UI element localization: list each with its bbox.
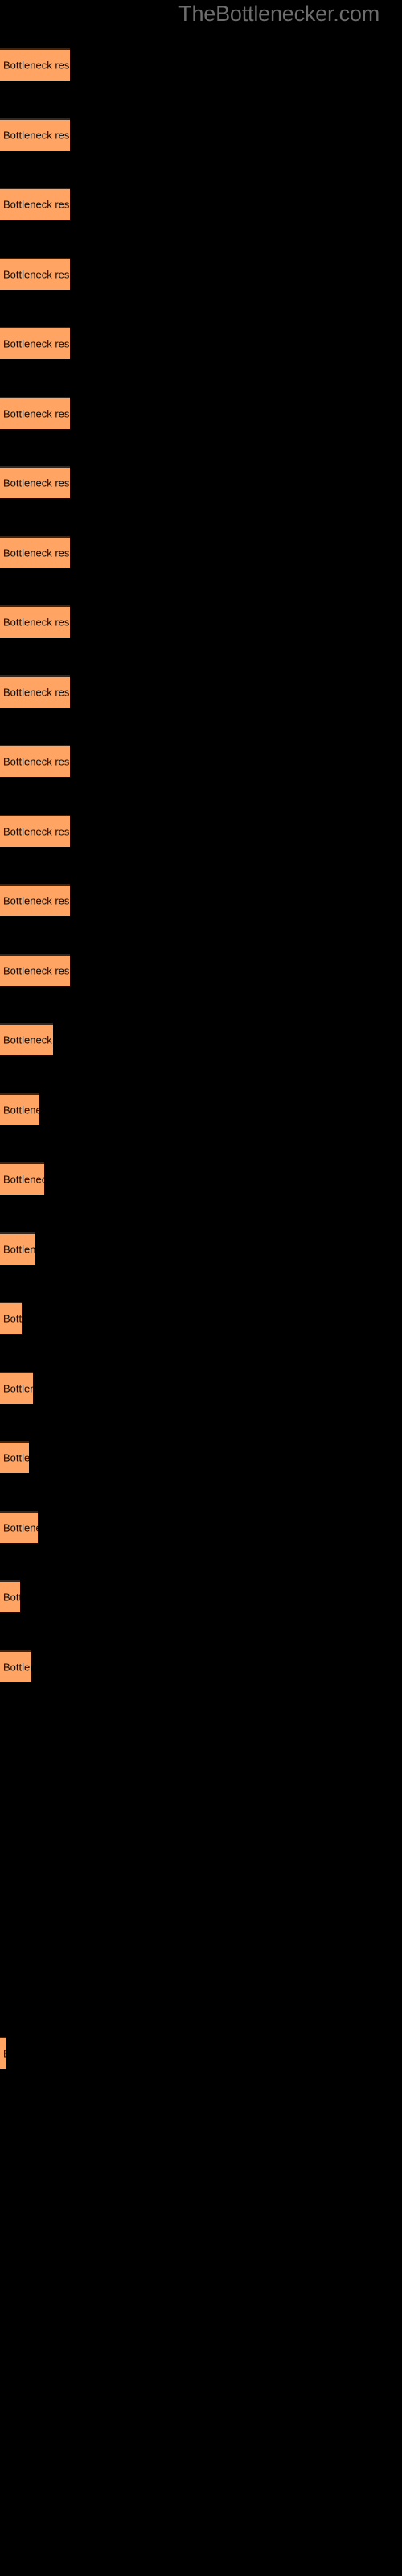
- bar-label: Bottleneck result: [3, 1521, 38, 1534]
- bar-21[interactable]: Bottleneck result: [0, 1441, 29, 1473]
- bar-25[interactable]: Bottleneck result: [0, 2037, 6, 2069]
- bar-label: Bottleneck result: [3, 1591, 20, 1604]
- bar-5[interactable]: Bottleneck result: [0, 327, 70, 359]
- bar-label: Bottleneck result: [3, 1451, 29, 1464]
- bar-label: Bottleneck result: [3, 198, 70, 211]
- bar-15[interactable]: Bottleneck result: [0, 1023, 53, 1055]
- bar-label: Bottleneck result: [3, 2048, 6, 2060]
- bar-label: Bottleneck result: [3, 59, 70, 72]
- bar-20[interactable]: Bottleneck result: [0, 1372, 33, 1404]
- bar-16[interactable]: Bottleneck result: [0, 1093, 39, 1125]
- bar-label: Bottleneck result: [3, 1104, 39, 1117]
- bar-18[interactable]: Bottleneck result: [0, 1232, 35, 1265]
- bar-label: Bottleneck result: [3, 477, 70, 489]
- bar-23[interactable]: Bottleneck result: [0, 1580, 20, 1612]
- bar-22[interactable]: Bottleneck result: [0, 1511, 38, 1543]
- bar-19[interactable]: Bottleneck result: [0, 1302, 22, 1334]
- bar-6[interactable]: Bottleneck result: [0, 397, 70, 429]
- bar-label: Bottleneck result: [3, 755, 70, 768]
- bar-10[interactable]: Bottleneck result: [0, 675, 70, 708]
- bar-label: Bottleneck result: [3, 547, 70, 559]
- bar-label: Bottleneck result: [3, 894, 70, 907]
- bar-3[interactable]: Bottleneck result: [0, 188, 70, 220]
- bar-label: Bottleneck result: [3, 964, 70, 977]
- bar-24[interactable]: Bottleneck result: [0, 1650, 31, 1682]
- bar-label: Bottleneck result: [3, 1173, 44, 1186]
- bar-1[interactable]: Bottleneck result: [0, 48, 70, 80]
- bar-9[interactable]: Bottleneck result: [0, 605, 70, 638]
- bar-14[interactable]: Bottleneck result: [0, 954, 70, 986]
- bar-label: Bottleneck result: [3, 686, 70, 699]
- bar-label: Bottleneck result: [3, 1312, 22, 1325]
- bar-11[interactable]: Bottleneck result: [0, 745, 70, 777]
- bar-label: Bottleneck result: [3, 407, 70, 420]
- bar-label: Bottleneck result: [3, 1034, 53, 1046]
- bar-12[interactable]: Bottleneck result: [0, 815, 70, 847]
- bar-8[interactable]: Bottleneck result: [0, 536, 70, 568]
- bar-2[interactable]: Bottleneck result: [0, 118, 70, 151]
- bar-label: Bottleneck result: [3, 1243, 35, 1256]
- bar-label: Bottleneck result: [3, 337, 70, 350]
- bar-17[interactable]: Bottleneck result: [0, 1162, 44, 1195]
- bar-series: Bottleneck result Bottleneck result Bottle…: [0, 0, 402, 2576]
- bar-label: Bottleneck result: [3, 129, 70, 142]
- bar-label: Bottleneck result: [3, 1382, 33, 1395]
- bar-label: Bottleneck result: [3, 825, 70, 838]
- bar-label: Bottleneck result: [3, 268, 70, 281]
- bar-7[interactable]: Bottleneck result: [0, 466, 70, 498]
- bar-4[interactable]: Bottleneck result: [0, 258, 70, 290]
- bar-label: Bottleneck result: [3, 1661, 31, 1674]
- bar-label: Bottleneck result: [3, 616, 70, 629]
- bar-13[interactable]: Bottleneck result: [0, 884, 70, 916]
- bottleneck-chart: TheBottlenecker.com Bottleneck resultBot…: [0, 0, 402, 2576]
